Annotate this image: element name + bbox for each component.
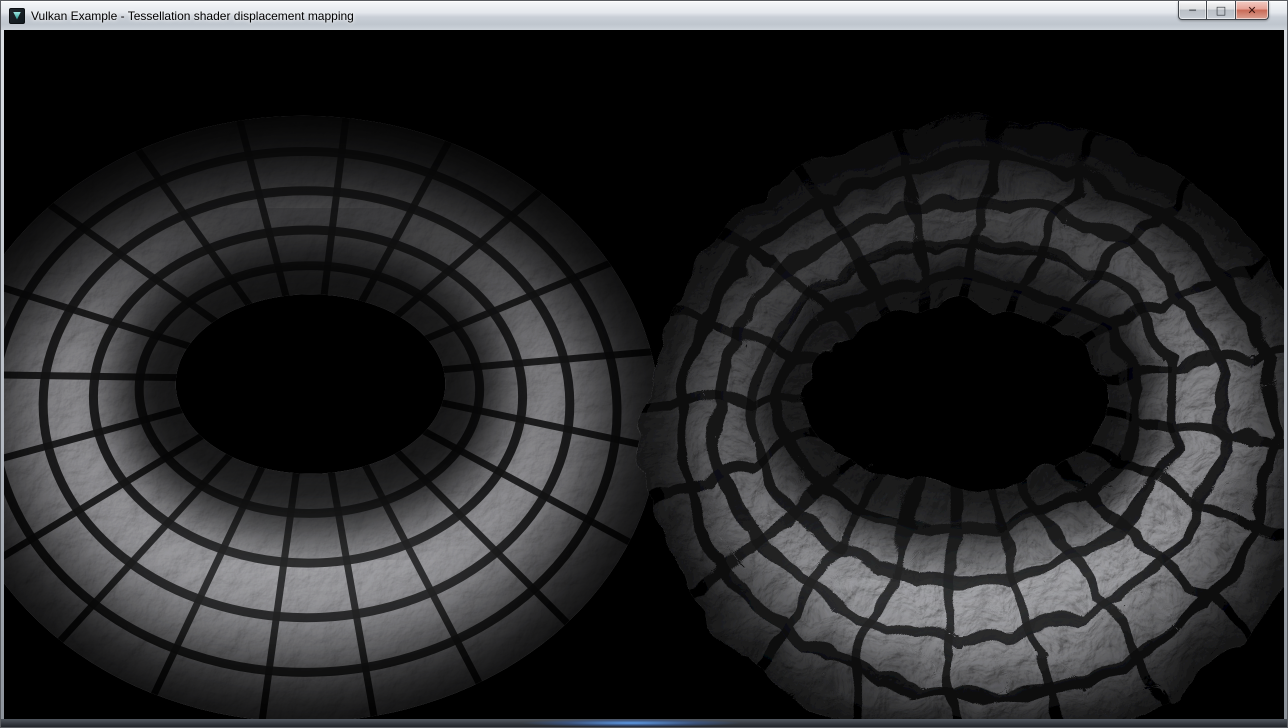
window-controls: ─ □ ✕ [1178, 1, 1269, 20]
window-frame-right [1284, 30, 1287, 719]
vulkan-render-scene [4, 30, 1284, 719]
maximize-icon: □ [1216, 5, 1226, 16]
app-window: Vulkan Example - Tessellation shader dis… [0, 0, 1288, 728]
minimize-button[interactable]: ─ [1178, 1, 1207, 20]
close-button[interactable]: ✕ [1236, 1, 1269, 20]
window-title: Vulkan Example - Tessellation shader dis… [31, 2, 354, 30]
taskbar-glow [521, 719, 741, 727]
vulkan-app-icon [9, 8, 25, 24]
titlebar[interactable]: Vulkan Example - Tessellation shader dis… [1, 1, 1287, 31]
render-viewport[interactable] [4, 30, 1284, 719]
maximize-button[interactable]: □ [1207, 1, 1236, 20]
window-frame-bottom [1, 719, 1287, 727]
minimize-icon: ─ [1189, 5, 1196, 16]
close-icon: ✕ [1247, 5, 1256, 16]
